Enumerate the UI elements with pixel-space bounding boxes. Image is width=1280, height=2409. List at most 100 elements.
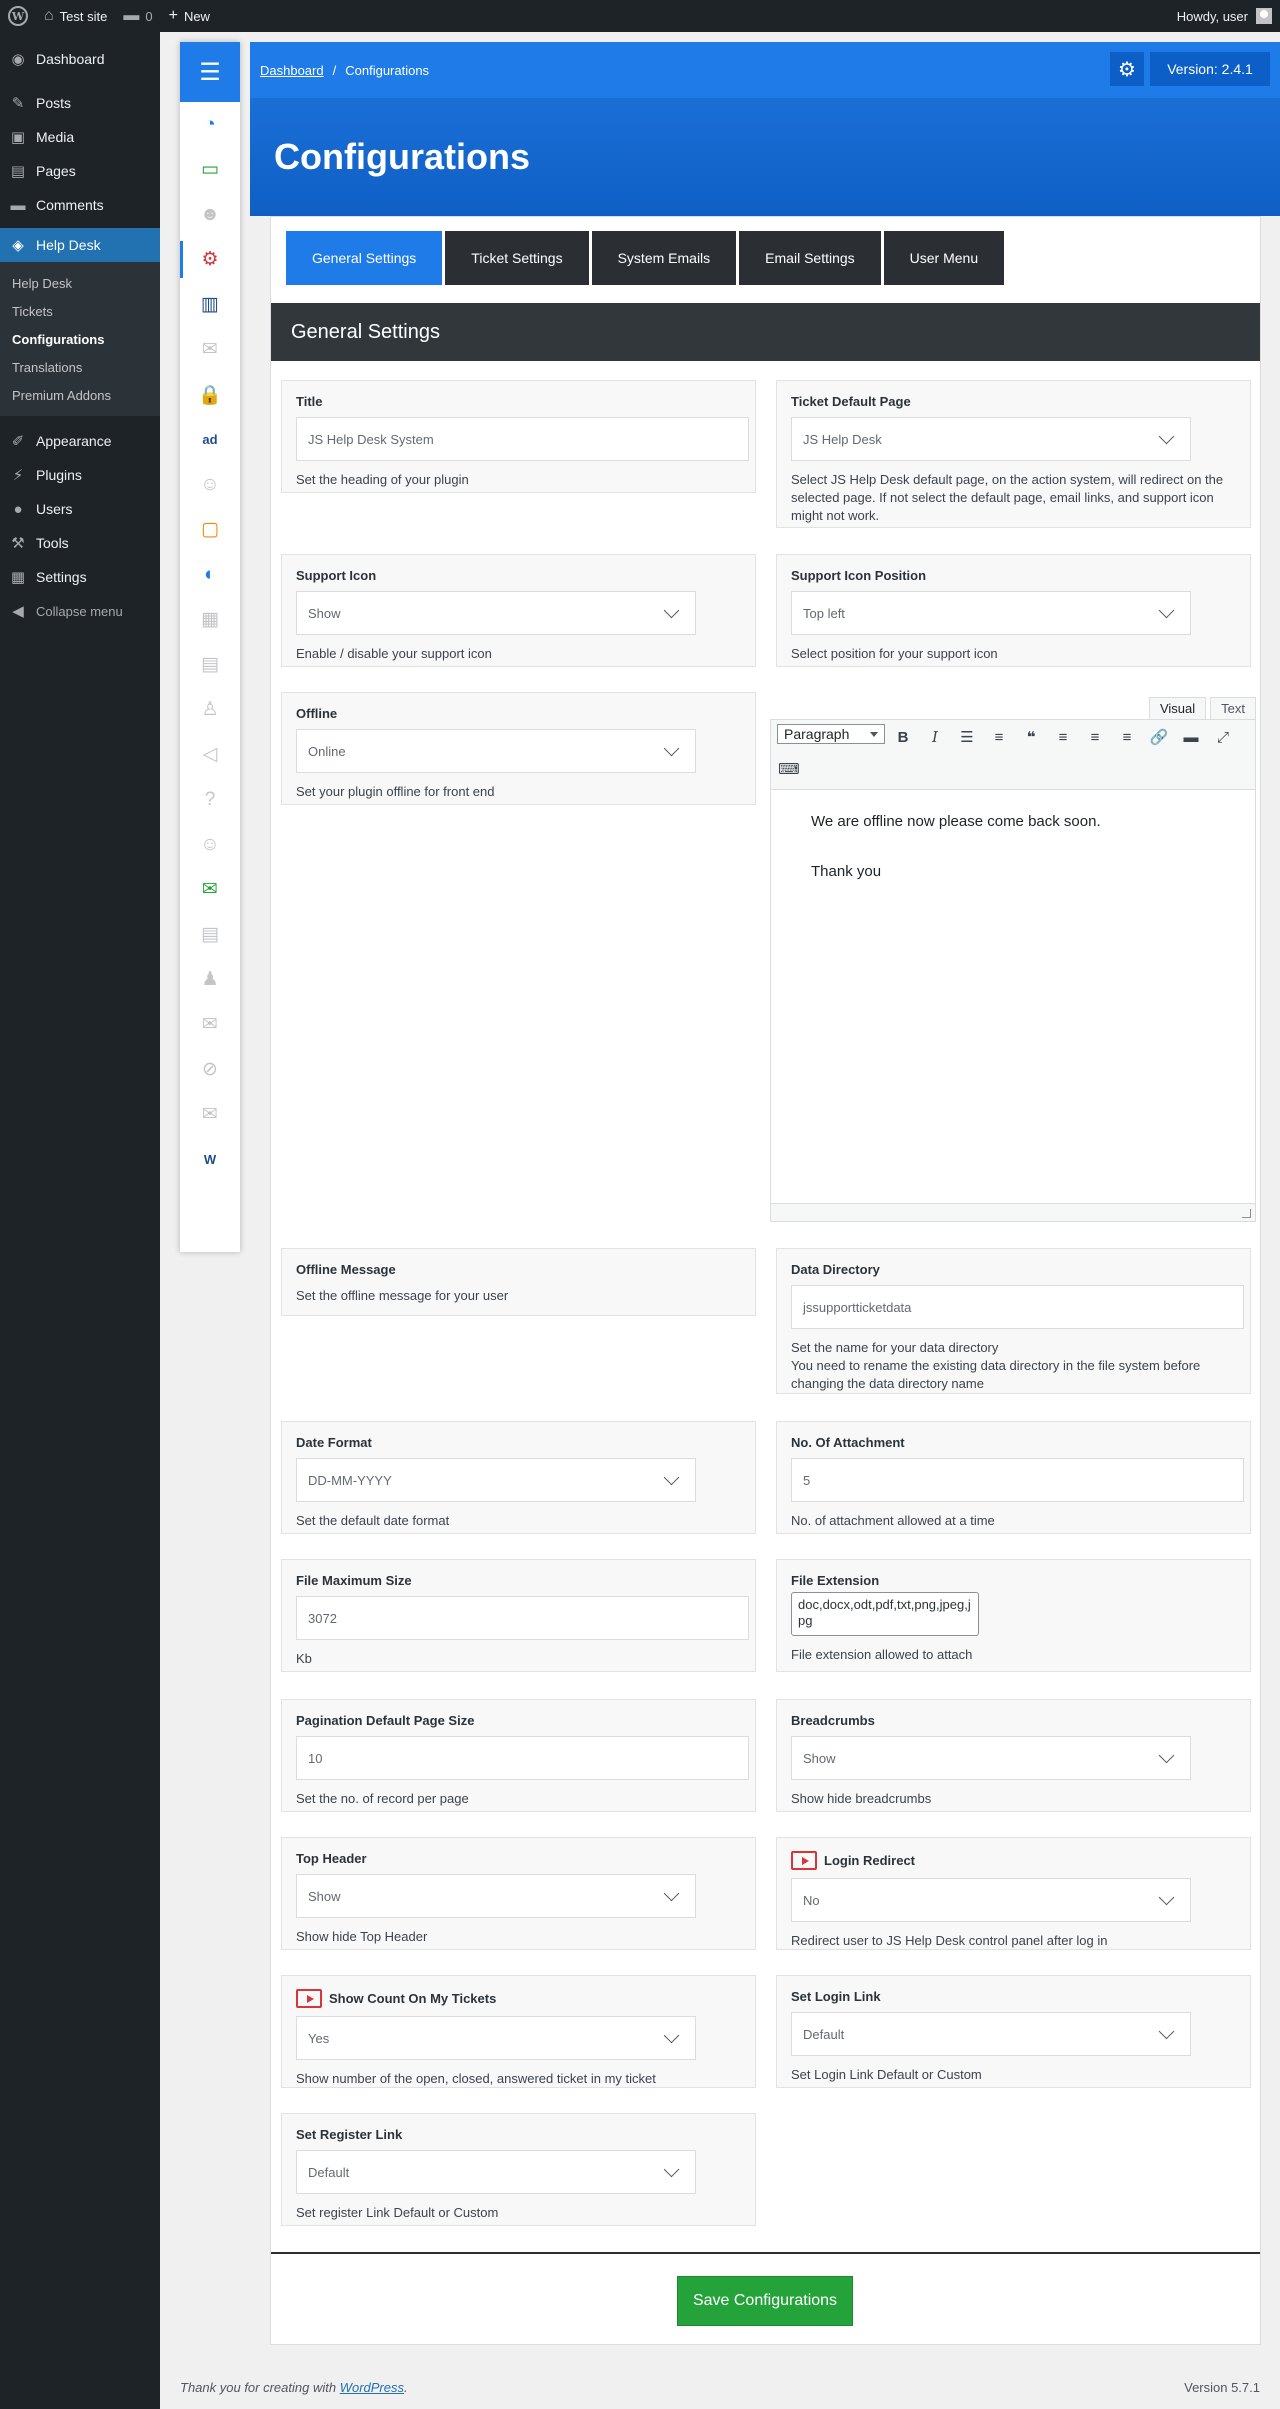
sidebar-item-tools[interactable]: ⚒ Tools: [0, 526, 160, 560]
show-count-select[interactable]: Yes: [296, 2016, 696, 2060]
submenu-help-desk[interactable]: Help Desk: [0, 269, 160, 297]
fullscreen-icon[interactable]: ⤢: [1209, 724, 1237, 750]
editor-mode-tabs: Visual Text: [1145, 697, 1256, 719]
align-left-icon[interactable]: ≡: [1049, 724, 1077, 750]
mail-open-icon[interactable]: ✉: [180, 1092, 240, 1137]
wordpress-link[interactable]: WordPress: [340, 2380, 404, 2395]
site-name-link[interactable]: ⌂ Test site: [36, 0, 115, 32]
top-header-select[interactable]: Show: [296, 1874, 696, 1918]
ban-icon[interactable]: ⊘: [180, 1047, 240, 1092]
dashboard-gauge-icon[interactable]: ◔: [180, 102, 240, 147]
configurations-gear-icon[interactable]: ⚙: [180, 237, 240, 282]
word-icon[interactable]: W: [180, 1137, 240, 1182]
sidebar-item-plugins[interactable]: ⚡ Plugins: [0, 458, 160, 492]
sidebar-item-media[interactable]: ▣ Media: [0, 120, 160, 154]
tab-ticket-settings[interactable]: Ticket Settings: [445, 231, 589, 285]
help-icon[interactable]: ?: [180, 777, 240, 822]
new-content-link[interactable]: + New: [161, 0, 218, 32]
tab-general-settings[interactable]: General Settings: [286, 231, 443, 285]
save-configurations-button[interactable]: Save Configurations: [677, 2276, 853, 2326]
file-maximum-size-input[interactable]: 3072: [296, 1596, 749, 1640]
support-agent-icon[interactable]: ☺: [180, 822, 240, 867]
sidebar-item-posts[interactable]: ✎ Posts: [0, 86, 160, 120]
sidebar-item-appearance[interactable]: ✐ Appearance: [0, 424, 160, 458]
sidebar-item-label: Help Desk: [36, 237, 101, 253]
editor-tab-text[interactable]: Text: [1210, 697, 1256, 719]
editor-tab-visual[interactable]: Visual: [1148, 697, 1207, 719]
id-card-icon[interactable]: ▢: [180, 507, 240, 552]
breadcrumbs-select[interactable]: Show: [791, 1736, 1191, 1780]
mail-icon[interactable]: ✉: [180, 1002, 240, 1047]
submenu-tickets[interactable]: Tickets: [0, 297, 160, 325]
support-icon-position-select[interactable]: Top left: [791, 591, 1191, 635]
tickets-icon[interactable]: ▭: [180, 147, 240, 192]
sidebar-item-dashboard[interactable]: ◉ Dashboard: [0, 42, 160, 76]
tab-user-menu[interactable]: User Menu: [883, 231, 1005, 285]
blockquote-icon[interactable]: ❝: [1017, 724, 1045, 750]
reports-chart-icon[interactable]: ▥: [180, 282, 240, 327]
comments-link[interactable]: ▬ 0: [115, 0, 160, 32]
editor-paragraph: We are offline now please come back soon…: [811, 813, 1101, 830]
no-of-attachment-input[interactable]: 5: [791, 1458, 1244, 1502]
toolbar-toggle-icon[interactable]: ⌨: [775, 756, 803, 782]
link-icon[interactable]: 🔗: [1145, 724, 1173, 750]
premium-video-icon[interactable]: [791, 1851, 817, 1870]
collapse-menu-button[interactable]: ◀ Collapse menu: [0, 594, 160, 628]
comments-count: 0: [145, 8, 153, 24]
smile-icon[interactable]: ☺: [180, 462, 240, 507]
ticket-default-page-select[interactable]: JS Help Desk: [791, 417, 1191, 461]
bold-icon[interactable]: B: [889, 724, 917, 750]
align-right-icon[interactable]: ≡: [1113, 724, 1141, 750]
circle-c-icon[interactable]: ◐: [180, 552, 240, 597]
report-icon[interactable]: ▤: [180, 912, 240, 957]
user-upload-icon[interactable]: ♙: [180, 687, 240, 732]
format-select[interactable]: Paragraph: [777, 724, 885, 744]
date-format-select[interactable]: DD-MM-YYYY: [296, 1458, 696, 1502]
italic-icon[interactable]: I: [921, 724, 949, 750]
inbox-icon[interactable]: ✉: [180, 867, 240, 912]
premium-video-icon[interactable]: [296, 1989, 322, 2008]
file-extension-textarea[interactable]: doc,docx,odt,pdf,txt,png,jpeg,jpg: [791, 1592, 979, 1636]
editor-content[interactable]: We are offline now please come back soon…: [771, 790, 1255, 930]
support-icon-select[interactable]: Show: [296, 591, 696, 635]
editor-resize-handle[interactable]: [771, 1203, 1255, 1221]
bullet-list-icon[interactable]: ☰: [953, 724, 981, 750]
config-tabs: General Settings Ticket Settings System …: [286, 231, 1007, 285]
grid-icon[interactable]: ▦: [180, 597, 240, 642]
user-settings-icon[interactable]: ♟: [180, 957, 240, 1002]
read-more-icon[interactable]: ▬: [1177, 724, 1205, 750]
submenu-translations[interactable]: Translations: [0, 353, 160, 381]
pagination-input[interactable]: 10: [296, 1736, 749, 1780]
sidebar-item-settings[interactable]: ▦ Settings: [0, 560, 160, 594]
sidebar-item-users[interactable]: ● Users: [0, 492, 160, 526]
login-redirect-select[interactable]: No: [791, 1878, 1191, 1922]
megaphone-icon[interactable]: ◁: [180, 732, 240, 777]
numbered-list-icon[interactable]: ≡: [985, 724, 1013, 750]
align-center-icon[interactable]: ≡: [1081, 724, 1109, 750]
document-icon[interactable]: ▤: [180, 642, 240, 687]
title-input[interactable]: JS Help Desk System: [296, 417, 749, 461]
sidebar-item-help-desk[interactable]: ◈ Help Desk: [0, 228, 160, 262]
submenu-premium-addons[interactable]: Premium Addons: [0, 381, 160, 409]
data-directory-input[interactable]: jssupportticketdata: [791, 1285, 1244, 1329]
wrench-icon: ⚒: [11, 535, 25, 552]
login-link-select[interactable]: Default: [791, 2012, 1191, 2056]
ad-icon[interactable]: ad: [180, 417, 240, 462]
my-account-link[interactable]: Howdy, user: [1177, 8, 1280, 24]
agents-icon[interactable]: ☻: [180, 192, 240, 237]
sidebar-item-comments[interactable]: ▬ Comments: [0, 188, 160, 222]
tab-system-emails[interactable]: System Emails: [591, 231, 737, 285]
offline-select[interactable]: Online: [296, 729, 696, 773]
hamburger-menu-icon[interactable]: ☰: [180, 42, 240, 102]
sidebar-item-pages[interactable]: ▤ Pages: [0, 154, 160, 188]
email-icon[interactable]: ✉: [180, 327, 240, 372]
collapse-arrow-icon: ◀: [12, 603, 24, 620]
sidebar-item-label: Comments: [36, 197, 104, 213]
register-link-select[interactable]: Default: [296, 2150, 696, 2194]
lock-icon[interactable]: 🔒: [180, 372, 240, 417]
submenu-configurations[interactable]: Configurations: [0, 325, 160, 353]
wp-logo-menu[interactable]: W: [0, 0, 36, 32]
settings-gear-icon[interactable]: ⚙: [1110, 52, 1144, 86]
breadcrumb-dashboard-link[interactable]: Dashboard: [260, 63, 324, 78]
tab-email-settings[interactable]: Email Settings: [739, 231, 881, 285]
